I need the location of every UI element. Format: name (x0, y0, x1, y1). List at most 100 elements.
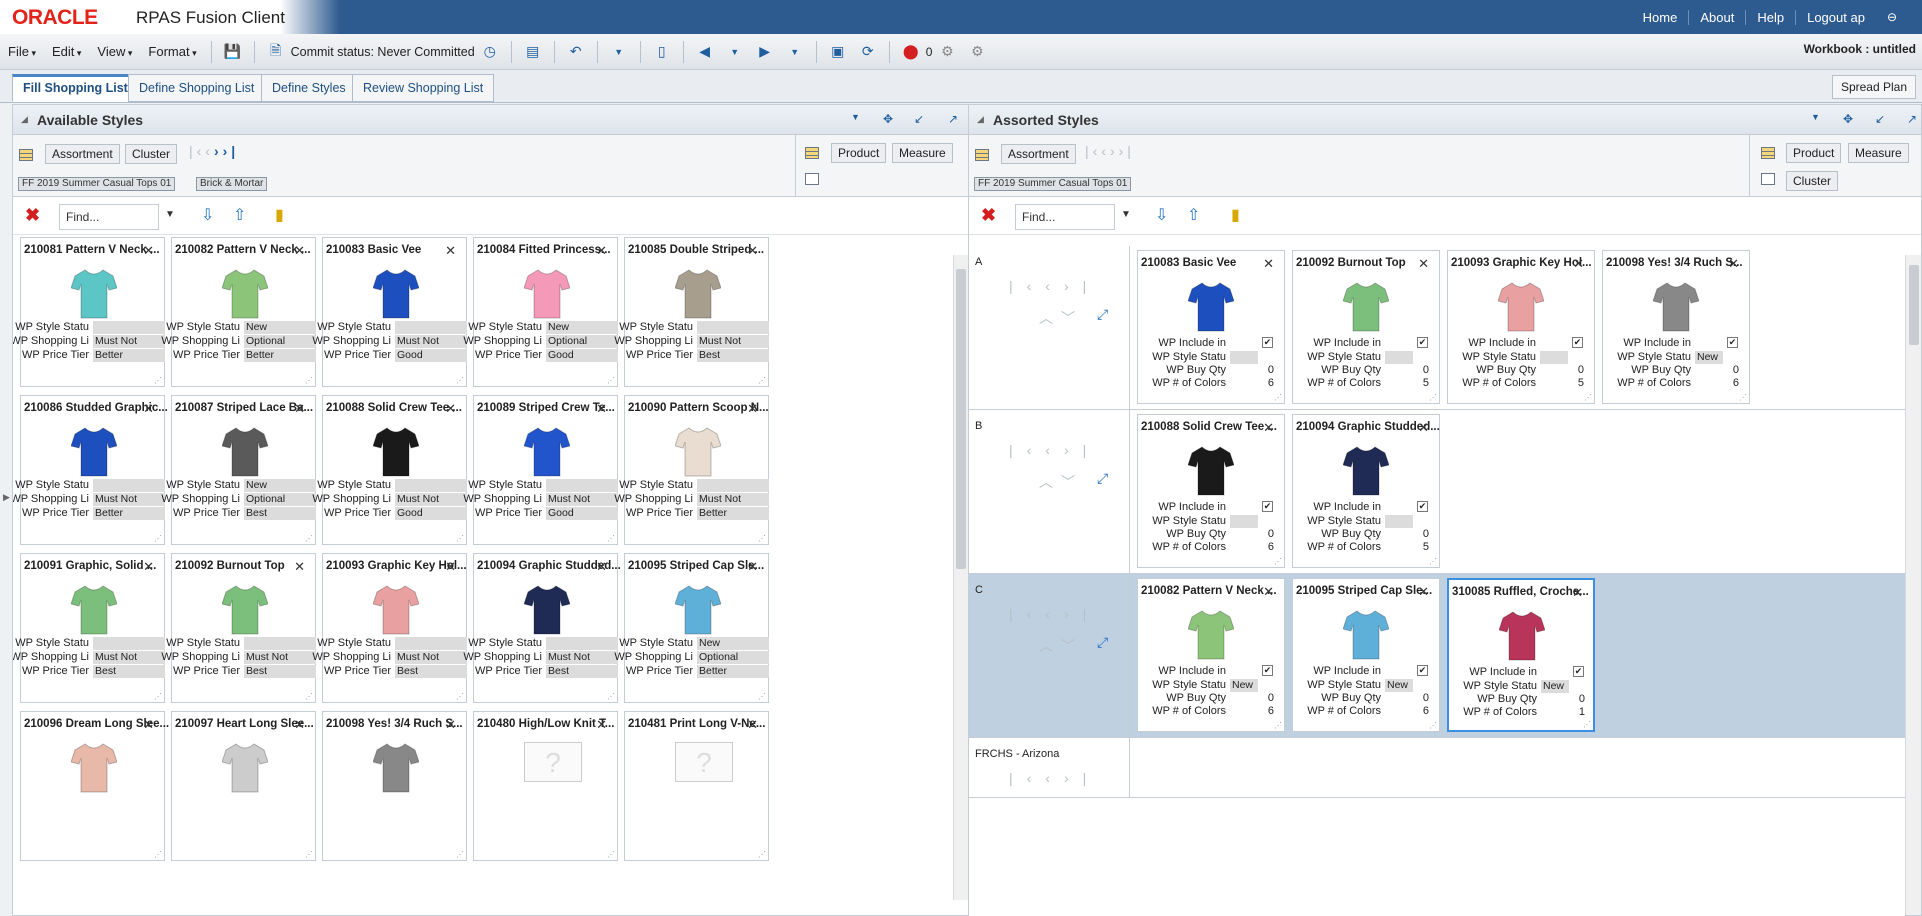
field-value[interactable]: Must Not Include (395, 493, 467, 518)
field-value[interactable]: Optional (244, 335, 316, 348)
resize-grip-icon[interactable]: ⋰ (305, 376, 313, 385)
assortment-chip[interactable]: FF 2019 Summer Casual Tops 01 (18, 177, 176, 191)
assorted-card[interactable]: 210083 Basic Vee ✕ WP Include in ✔ WP Style … (1137, 250, 1285, 404)
include-checkbox[interactable]: ✔ (1262, 337, 1273, 348)
close-icon[interactable]: ✕ (143, 401, 154, 417)
resize-grip-icon[interactable]: ⋰ (1429, 393, 1437, 402)
group-pager[interactable]: |‹‹›| (1009, 278, 1100, 294)
field-value[interactable]: New (697, 637, 769, 650)
style-card[interactable]: 210081 Pattern V Neck ... ✕ WP Style Statu… (13, 237, 165, 387)
assorted-card[interactable]: 210093 Graphic Key Hol... ✕ WP Include in ✔… (1447, 250, 1595, 404)
back-menu-icon[interactable]: ▼ (724, 41, 746, 63)
close-icon[interactable]: ✕ (143, 243, 154, 259)
style-status-value[interactable]: New (1385, 679, 1413, 692)
resize-grip-icon[interactable]: ⋰ (1274, 721, 1282, 730)
field-value[interactable]: Must Not Include (93, 493, 165, 518)
close-icon[interactable]: ✕ (747, 401, 758, 417)
close-icon[interactable]: ✕ (596, 717, 607, 733)
close-icon[interactable]: ✕ (1572, 585, 1583, 601)
group-sort[interactable]: ︿﹀ (1039, 636, 1083, 656)
field-value[interactable] (244, 637, 316, 650)
resize-grip-icon[interactable]: ⋰ (758, 692, 766, 701)
back-icon[interactable]: ◀ (694, 41, 716, 63)
resize-grip-icon[interactable]: ⋰ (456, 692, 464, 701)
style-card[interactable]: 210092 Burnout Top ✕ WP Style Statu WP Shop… (161, 553, 316, 703)
restore-icon[interactable]: ↙ (914, 112, 924, 126)
style-card[interactable]: 210481 Print Long V-Ne... ✕? ⋰ (624, 711, 769, 861)
assortment-button[interactable]: Assortment (1001, 144, 1076, 164)
close-icon[interactable]: ✕ (294, 559, 305, 575)
style-card[interactable]: 210086 Studded Graphic... ✕ WP Style Statu… (13, 395, 168, 545)
maximize-icon[interactable]: ↗ (1907, 112, 1917, 126)
grid-icon[interactable] (975, 149, 989, 161)
resize-grip-icon[interactable]: ⋰ (1583, 720, 1591, 729)
close-icon[interactable]: ✕ (1263, 256, 1274, 272)
close-icon[interactable]: ✕ (1418, 256, 1429, 272)
clear-icon[interactable]: ✖ (981, 205, 996, 226)
resize-grip-icon[interactable]: ⋰ (1739, 393, 1747, 402)
commit-icon[interactable]: 🗎 (265, 41, 287, 63)
measure-button[interactable]: Measure (892, 143, 953, 163)
field-value[interactable]: Good (546, 507, 618, 520)
collapse-triangle-icon[interactable]: ◢ (977, 114, 984, 125)
resize-grip-icon[interactable]: ⋰ (305, 534, 313, 543)
group-sort[interactable]: ︿﹀ (1039, 472, 1083, 492)
colors-value[interactable]: 6 (1244, 705, 1274, 717)
buy-qty-value[interactable]: 0 (1244, 692, 1274, 704)
field-value[interactable] (93, 637, 165, 650)
buy-qty-value[interactable]: 0 (1399, 528, 1429, 540)
clear-icon[interactable]: ✖ (25, 205, 40, 226)
error-icon[interactable]: ⬤ (900, 41, 922, 63)
style-status-value[interactable] (1230, 515, 1258, 528)
style-card[interactable]: 210091 Graphic, Solid ... ✕ WP Style Statu… (13, 553, 165, 703)
field-value[interactable]: Must Not Include (546, 651, 618, 676)
style-card[interactable]: 210094 Graphic Studded... ✕ WP Style Statu… (463, 553, 621, 703)
help-link[interactable]: Help (1745, 9, 1795, 25)
tab-fill-shopping-list[interactable]: Fill Shopping List (12, 74, 139, 102)
find-options-icon[interactable]: ▼ (1121, 209, 1131, 220)
close-icon[interactable]: ✕ (1418, 420, 1429, 436)
grid-icon[interactable] (19, 149, 33, 161)
field-value[interactable]: Best (244, 665, 316, 678)
grid-icon[interactable] (805, 147, 819, 159)
pane-menu-icon[interactable]: ▼ (851, 112, 860, 122)
resize-grip-icon[interactable]: ⋰ (607, 534, 615, 543)
highlight-icon[interactable]: ▮ (1231, 205, 1240, 225)
include-checkbox[interactable]: ✔ (1262, 665, 1273, 676)
close-icon[interactable]: ✕ (1263, 420, 1274, 436)
style-card[interactable]: 210085 Double Striped ... ✕ WP Style Statu… (614, 237, 769, 387)
resize-grip-icon[interactable]: ⋰ (154, 376, 162, 385)
close-icon[interactable]: ✕ (747, 559, 758, 575)
settings-icon[interactable]: ⚙ (966, 41, 988, 63)
assorted-card[interactable]: 210094 Graphic Studded... ✕ WP Include in ✔… (1292, 414, 1440, 568)
style-card[interactable]: 210096 Dream Long Slee... ✕ ⋰ (20, 711, 169, 861)
edit-menu[interactable]: Edit (44, 44, 89, 59)
colors-value[interactable]: 5 (1399, 541, 1429, 553)
maximize-icon[interactable]: ↗ (948, 112, 958, 126)
close-icon[interactable]: ✕ (596, 401, 607, 417)
style-status-value[interactable] (1385, 515, 1413, 528)
include-checkbox[interactable]: ✔ (1727, 337, 1738, 348)
expand-icon[interactable]: ⤢ (1097, 306, 1108, 323)
pane-menu-icon[interactable]: ▼ (1811, 112, 1820, 122)
style-status-value[interactable] (1385, 351, 1413, 364)
commit-later-icon[interactable]: ◷ (479, 41, 501, 63)
view-menu[interactable]: View (89, 44, 140, 59)
field-value[interactable]: Better (697, 665, 769, 678)
resize-grip-icon[interactable]: ⋰ (305, 850, 313, 859)
close-icon[interactable]: ✕ (1263, 584, 1274, 600)
field-value[interactable]: Best (395, 665, 467, 678)
style-card[interactable]: 210088 Solid Crew Tee ... ✕ WP Style Statu… (312, 395, 467, 545)
buy-qty-value[interactable]: 0 (1399, 692, 1429, 704)
product-button[interactable]: Product (831, 143, 887, 163)
style-status-value[interactable] (1540, 351, 1568, 364)
style-card[interactable]: 210097 Heart Long Slee... ✕ ⋰ (171, 711, 316, 861)
field-value[interactable] (395, 637, 467, 650)
field-value[interactable]: Better (244, 349, 316, 362)
assorted-card[interactable]: 210088 Solid Crew Tee ... ✕ WP Include in ✔… (1137, 414, 1285, 568)
file-menu[interactable]: File (0, 44, 44, 59)
colors-value[interactable]: 6 (1244, 541, 1274, 553)
field-value[interactable]: Better (93, 349, 165, 362)
move-icon[interactable]: ✥ (1843, 112, 1853, 126)
resize-grip-icon[interactable]: ⋰ (154, 534, 162, 543)
